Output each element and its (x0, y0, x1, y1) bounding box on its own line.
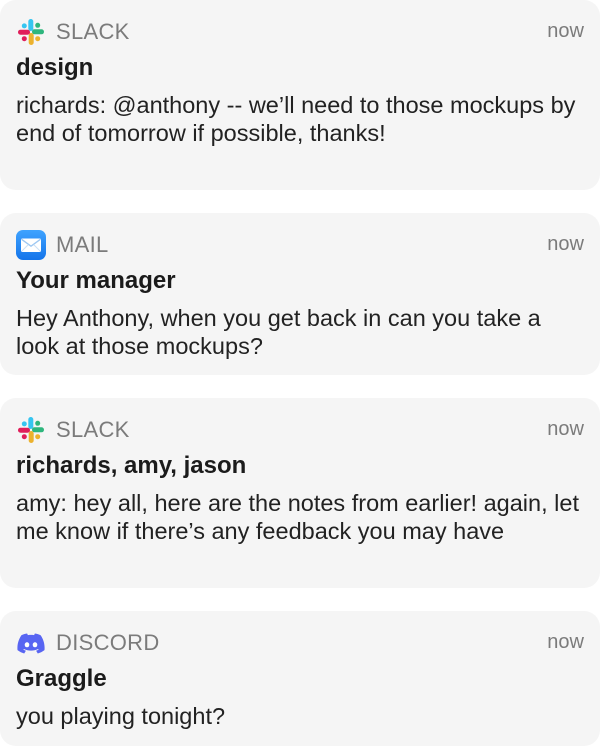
notification-body: Hey Anthony, when you get back in can yo… (16, 305, 541, 359)
notification-card-mail[interactable]: MAIL now Your manager Hey Anthony, when … (0, 213, 600, 375)
discord-icon (17, 633, 45, 654)
app-name: SLACK (56, 417, 130, 442)
notification-header: MAIL now (16, 229, 584, 261)
timestamp: now (547, 233, 584, 255)
notification-body: amy: hey all, here are the notes from ea… (16, 490, 579, 544)
notification-title: design (16, 54, 94, 81)
notification-body: you playing tonight? (16, 703, 226, 729)
notification-card-discord[interactable]: DISCORD now Graggle you playing tonight? (0, 611, 600, 746)
notification-header: SLACK now (16, 16, 584, 48)
slack-icon (18, 19, 44, 45)
notification-card-slack-group[interactable]: SLACK now richards, amy, jason amy: hey … (0, 398, 600, 588)
notification-title: Graggle (16, 665, 107, 692)
timestamp: now (547, 418, 584, 440)
notification-header: DISCORD now (16, 627, 584, 659)
notification-title: Your manager (16, 267, 176, 294)
app-name: DISCORD (56, 630, 160, 655)
notification-card-slack-design[interactable]: SLACK now design richards: @anthony -- w… (0, 0, 600, 190)
notification-header: SLACK now (16, 414, 584, 446)
slack-icon (18, 417, 44, 443)
app-name: MAIL (56, 232, 109, 257)
notification-title: richards, amy, jason (16, 452, 247, 479)
mail-icon (16, 230, 46, 260)
app-name: SLACK (56, 19, 130, 44)
notification-stack: SLACK now design richards: @anthony -- w… (0, 0, 600, 746)
timestamp: now (547, 20, 584, 42)
notification-body: richards: @anthony -- we’ll need to thos… (16, 92, 576, 146)
timestamp: now (547, 631, 584, 653)
